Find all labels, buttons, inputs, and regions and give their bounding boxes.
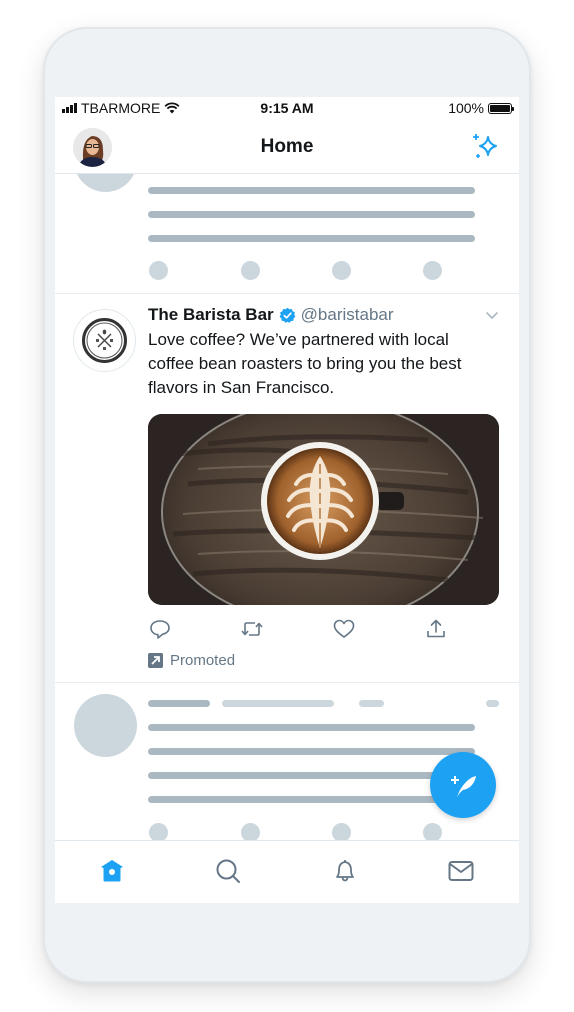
- app-screen: TBARMORE 9:15 AM 100% Home The Barista B…: [55, 97, 519, 903]
- brand-avatar[interactable]: [73, 309, 136, 372]
- skeleton-action-dot: [423, 823, 442, 840]
- latte-art-photo: [148, 414, 499, 605]
- tweet-actions: [148, 617, 448, 641]
- share-icon[interactable]: [424, 617, 448, 641]
- skeleton-line: [148, 748, 475, 755]
- promoted-tweet[interactable]: The Barista Bar @baristabar Love coffee?…: [55, 294, 519, 683]
- chevron-down-icon[interactable]: [485, 308, 499, 322]
- skeleton-avatar: [74, 174, 137, 192]
- skeleton-avatar: [74, 694, 137, 757]
- tweet-media-image[interactable]: [148, 414, 499, 605]
- top-nav-header: Home: [55, 121, 519, 174]
- retweet-icon[interactable]: [240, 617, 264, 641]
- skeleton-line: [222, 700, 334, 707]
- tab-messages[interactable]: [446, 856, 476, 886]
- status-bar: TBARMORE 9:15 AM 100%: [55, 97, 519, 121]
- skeleton-line: [148, 796, 475, 803]
- promoted-arrow-icon: [148, 653, 163, 668]
- bell-icon: [336, 860, 354, 882]
- battery-percent: 100%: [448, 100, 484, 116]
- battery-icon: [488, 102, 514, 114]
- compose-tweet-icon: [451, 776, 476, 797]
- status-right: 100%: [448, 100, 514, 116]
- loading-tweet-placeholder: [55, 174, 519, 294]
- skeleton-action-dot: [149, 261, 168, 280]
- heart-icon[interactable]: [332, 617, 356, 641]
- author-name[interactable]: The Barista Bar: [148, 305, 274, 325]
- skeleton-line: [148, 772, 475, 779]
- skeleton-line: [486, 700, 499, 707]
- skeleton-line: [148, 700, 210, 707]
- mail-icon: [448, 861, 474, 881]
- skeleton-line: [148, 211, 475, 218]
- author-handle[interactable]: @baristabar: [301, 305, 394, 325]
- bottom-tab-bar: [55, 840, 519, 903]
- skeleton-line: [148, 187, 475, 194]
- skeleton-action-dot: [241, 261, 260, 280]
- search-icon: [216, 859, 240, 883]
- promoted-label: Promoted: [148, 652, 235, 669]
- skeleton-line: [148, 235, 475, 242]
- barista-bar-logo-icon: [82, 318, 127, 363]
- skeleton-action-dot: [332, 261, 351, 280]
- promoted-text: Promoted: [170, 652, 236, 669]
- skeleton-action-dot: [423, 261, 442, 280]
- tab-home[interactable]: [97, 856, 127, 886]
- tweet-text: Love coffee? We’ve partnered with local …: [148, 330, 462, 397]
- skeleton-action-dot: [241, 823, 260, 840]
- tab-notifications[interactable]: [330, 856, 360, 886]
- skeleton-action-dot: [149, 823, 168, 840]
- skeleton-line: [148, 724, 475, 731]
- skeleton-action-dot: [332, 823, 351, 840]
- verified-badge-icon: [279, 307, 296, 323]
- home-icon: [101, 860, 123, 882]
- sparkle-icon[interactable]: [471, 131, 501, 161]
- compose-tweet-button[interactable]: [430, 752, 496, 818]
- tweet-header: The Barista Bar @baristabar: [148, 305, 394, 325]
- tab-search[interactable]: [213, 856, 243, 886]
- reply-icon[interactable]: [148, 617, 172, 641]
- page-title: Home: [260, 136, 314, 157]
- skeleton-line: [359, 700, 384, 707]
- timeline-feed[interactable]: The Barista Bar @baristabar Love coffee?…: [55, 174, 519, 840]
